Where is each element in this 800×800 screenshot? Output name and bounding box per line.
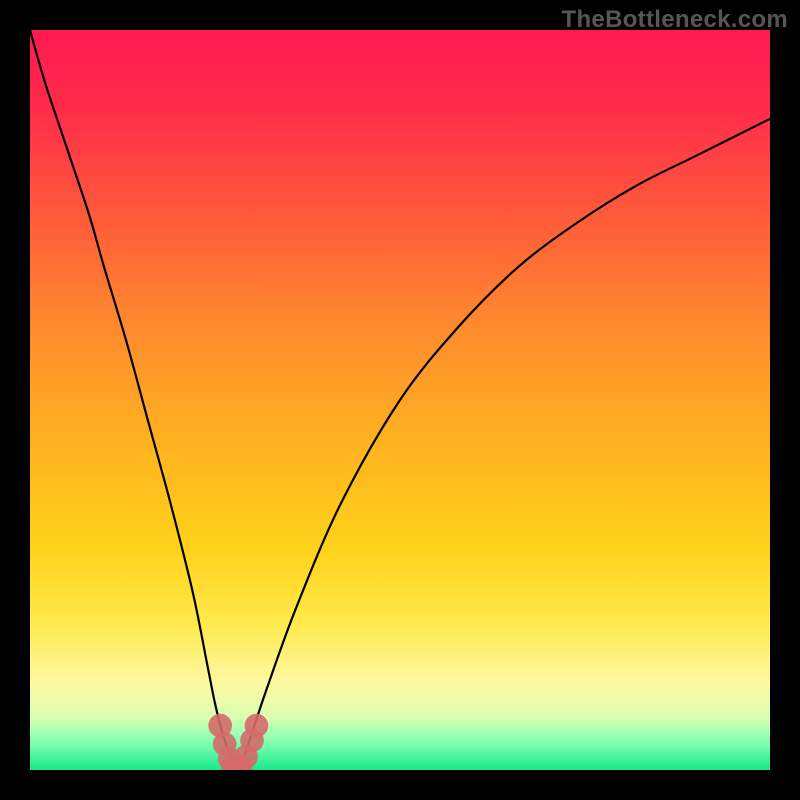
chart-container: TheBottleneck.com (0, 0, 800, 800)
optimal-marker (245, 714, 269, 738)
bottleneck-plot (30, 30, 770, 770)
watermark-label: TheBottleneck.com (562, 6, 788, 34)
plot-svg (30, 30, 770, 770)
